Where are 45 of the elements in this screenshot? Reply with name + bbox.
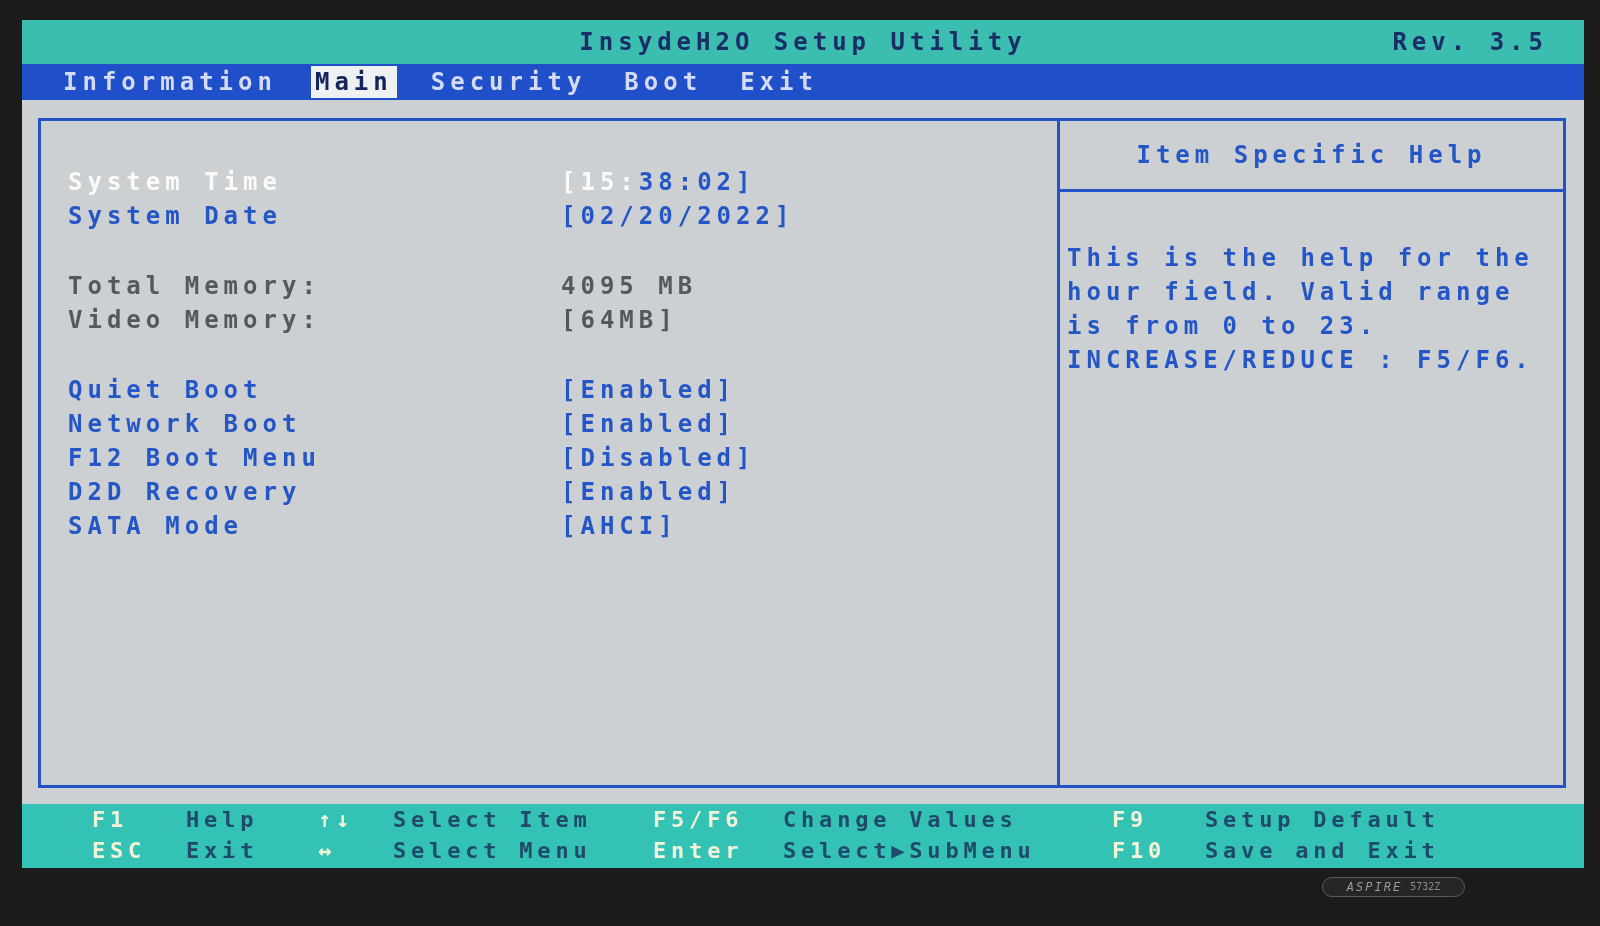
- info-value: 4095 MB: [561, 271, 698, 302]
- info-label: Video Memory:: [68, 305, 322, 336]
- revision-label: Rev. 3.5: [1392, 27, 1548, 57]
- setting-label[interactable]: Quiet Boot: [68, 373, 561, 407]
- setting-value[interactable]: [02/20/2022]: [561, 199, 795, 233]
- key-action-label: Help: [186, 807, 259, 832]
- brand-label: ASPIRE: [1346, 880, 1403, 894]
- menu-tab[interactable]: Exit: [736, 66, 822, 98]
- info-label: Total Memory:: [68, 271, 322, 302]
- key-label: ↔: [318, 838, 337, 863]
- key-label: ESC: [92, 838, 147, 863]
- key-label: F10: [1112, 838, 1167, 863]
- menu-tab[interactable]: Boot: [620, 66, 707, 98]
- key-label: Enter: [653, 838, 744, 863]
- setting-value[interactable]: [Enabled]: [561, 407, 737, 441]
- setting-label[interactable]: F12 Boot Menu: [68, 441, 561, 475]
- setting-value[interactable]: [AHCI]: [561, 509, 678, 543]
- key-action-label: Exit: [186, 838, 259, 863]
- info-value: [64MB]: [561, 305, 678, 336]
- help-title: Item Specific Help: [1136, 140, 1487, 171]
- key-action-label: Select Item: [393, 807, 592, 832]
- key-label: F1: [92, 807, 129, 832]
- help-text: This is the help for the hour field. Valid range is from 0 to 23.: [1067, 243, 1535, 342]
- help-text: INCREASE/REDUCE : F5/F6.: [1067, 345, 1535, 376]
- setting-label[interactable]: SATA Mode: [68, 509, 561, 543]
- setting-value[interactable]: [Disabled]: [561, 441, 756, 475]
- setting-label[interactable]: System Date: [68, 199, 561, 233]
- key-label: ↑↓: [318, 807, 355, 832]
- menu-tab[interactable]: Main: [310, 66, 397, 98]
- setting-value[interactable]: [Enabled]: [561, 475, 737, 509]
- setting-label[interactable]: D2D Recovery: [68, 475, 561, 509]
- key-label: F5/F6: [653, 807, 744, 832]
- setting-label[interactable]: Network Boot: [68, 407, 561, 441]
- key-action-label: Save and Exit: [1205, 838, 1440, 863]
- time-field[interactable]: 38:02]: [638, 165, 756, 199]
- key-action-label: Setup Default: [1205, 807, 1440, 832]
- menu-tab[interactable]: Security: [426, 66, 591, 98]
- window-title: InsydeH2O Setup Utility: [579, 27, 1027, 57]
- key-label: F9: [1112, 807, 1149, 832]
- key-action-label: Change Values: [783, 807, 1018, 832]
- menu-tab[interactable]: Information: [59, 66, 281, 98]
- model-label: 5732Z: [1410, 881, 1441, 893]
- key-action-label: Select Menu: [393, 838, 592, 863]
- key-action-label: Select▶SubMenu: [783, 838, 1036, 863]
- setting-value[interactable]: [Enabled]: [561, 373, 737, 407]
